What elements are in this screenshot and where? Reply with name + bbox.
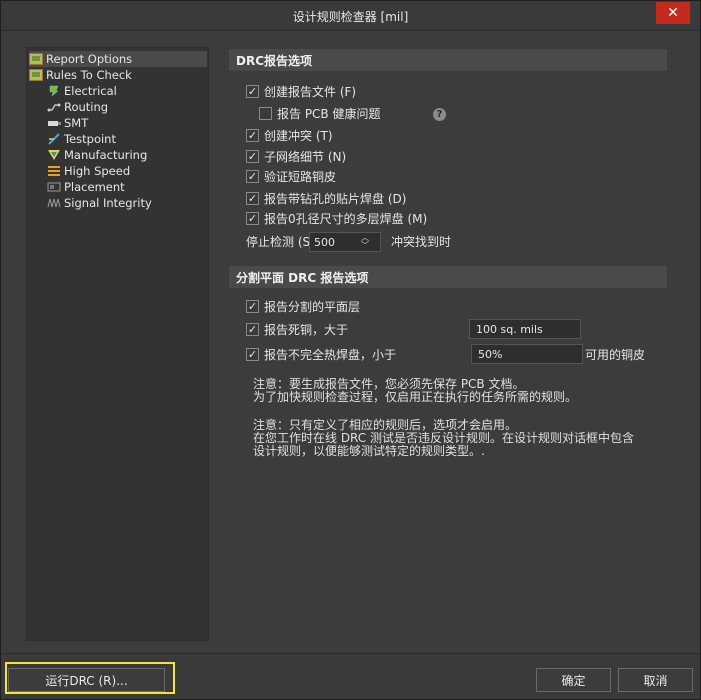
dead-copper-area-input[interactable]: 100 sq. mils xyxy=(469,319,581,339)
signal-integrity-icon xyxy=(47,197,61,209)
tree-item-smt[interactable]: SMT xyxy=(47,115,88,131)
tree-item-testpoint[interactable]: Testpoint xyxy=(47,131,116,147)
option-report-drilled-smt-pads[interactable]: 报告带钻孔的贴片焊盘 (D) xyxy=(246,189,406,207)
testpoint-icon xyxy=(47,133,61,145)
tree-item-high-speed[interactable]: High Speed xyxy=(47,163,130,179)
tree-item-routing[interactable]: Routing xyxy=(47,99,108,115)
verify-shorting-copper-checkbox[interactable] xyxy=(246,169,259,183)
tree-item-manufacturing[interactable]: Manufacturing xyxy=(47,147,147,163)
spinner-arrows[interactable]: ︿ ﹀ xyxy=(358,234,372,250)
tree-item-placement[interactable]: Placement xyxy=(47,179,125,195)
report-dead-copper-checkbox[interactable] xyxy=(246,322,259,336)
option-create-report-file[interactable]: 创建报告文件 (F) xyxy=(246,82,356,100)
stop-when-label: 停止检测 (S xyxy=(246,234,311,249)
manufacturing-icon xyxy=(47,149,61,161)
drc-dialog: 设计规则检查器 [mil] ✕ Report Options Rules To … xyxy=(0,0,701,700)
report-folder-icon xyxy=(29,53,43,65)
help-icon[interactable]: ? xyxy=(433,108,446,121)
report-zero-hole-pads-checkbox[interactable] xyxy=(246,211,259,225)
close-button[interactable]: ✕ xyxy=(656,2,690,24)
split-plane-options-header: 分割平面 DRC 报告选项 xyxy=(229,266,667,288)
run-button-highlight xyxy=(5,662,175,694)
available-copper-label: 可用的铜皮 xyxy=(585,347,646,362)
option-report-dead-copper[interactable]: 报告死铜，大于 xyxy=(246,320,348,338)
create-violations-checkbox[interactable] xyxy=(246,128,259,142)
report-drilled-smt-pads-checkbox[interactable] xyxy=(246,191,259,205)
tree-item-report-options[interactable]: Report Options xyxy=(29,51,207,67)
create-report-file-checkbox[interactable] xyxy=(246,84,259,98)
sub-net-details-checkbox[interactable] xyxy=(246,149,259,163)
option-report-broken-planes[interactable]: 报告分割的平面层 xyxy=(246,297,360,315)
close-icon: ✕ xyxy=(667,5,679,21)
rules-tree: Report Options Rules To Check Electrical… xyxy=(26,47,209,641)
option-report-zero-hole-multilayer-pads[interactable]: 报告0孔径尺寸的多层焊盘 (M) xyxy=(246,209,427,227)
note-save-document: 注意：要生成报告文件，您必须先保存 PCB 文档。 为了加快规则检查过程，仅启用… xyxy=(253,377,578,404)
option-create-violations[interactable]: 创建冲突 (T) xyxy=(246,126,333,144)
dialog-content: Report Options Rules To Check Electrical… xyxy=(9,32,693,652)
rules-folder-icon xyxy=(29,69,43,81)
tree-item-rules-to-check[interactable]: Rules To Check xyxy=(29,67,132,83)
tree-item-electrical[interactable]: Electrical xyxy=(47,83,117,99)
smt-icon xyxy=(47,117,61,129)
option-report-incomplete-thermals[interactable]: 报告不完全热焊盘，小于 xyxy=(246,345,396,363)
cancel-button[interactable]: 取消 xyxy=(618,668,693,692)
thermal-percentage-input[interactable]: 50% xyxy=(471,344,583,364)
high-speed-icon xyxy=(47,165,61,177)
report-incomplete-thermals-checkbox[interactable] xyxy=(246,347,259,361)
option-report-pcb-health[interactable]: 报告 PCB 健康问题 xyxy=(259,104,380,122)
stop-suffix-label: 冲突找到时 xyxy=(391,234,452,249)
option-verify-shorting-copper[interactable]: 验证短路铜皮 xyxy=(246,167,336,185)
tree-item-signal-integrity[interactable]: Signal Integrity xyxy=(47,195,152,211)
stop-count-spinner[interactable]: 500 ︿ ﹀ xyxy=(309,232,381,252)
drc-report-options-header: DRC报告选项 xyxy=(229,49,667,71)
ok-button[interactable]: 确定 xyxy=(536,668,611,692)
report-broken-planes-checkbox[interactable] xyxy=(246,299,259,313)
window-title: 设计规则检查器 [mil] xyxy=(292,10,409,24)
routing-icon xyxy=(47,101,61,113)
report-pcb-health-checkbox[interactable] xyxy=(259,106,272,120)
title-bar: 设计规则检查器 [mil] ✕ xyxy=(1,1,700,31)
placement-icon xyxy=(47,181,61,193)
option-sub-net-details[interactable]: 子网络细节 (N) xyxy=(246,147,346,165)
note-rules-enabled: 注意：只有定义了相应的规则后，选项才会启用。 在您工作时在线 DRC 测试是否违… xyxy=(253,418,634,458)
electrical-icon xyxy=(47,85,61,97)
